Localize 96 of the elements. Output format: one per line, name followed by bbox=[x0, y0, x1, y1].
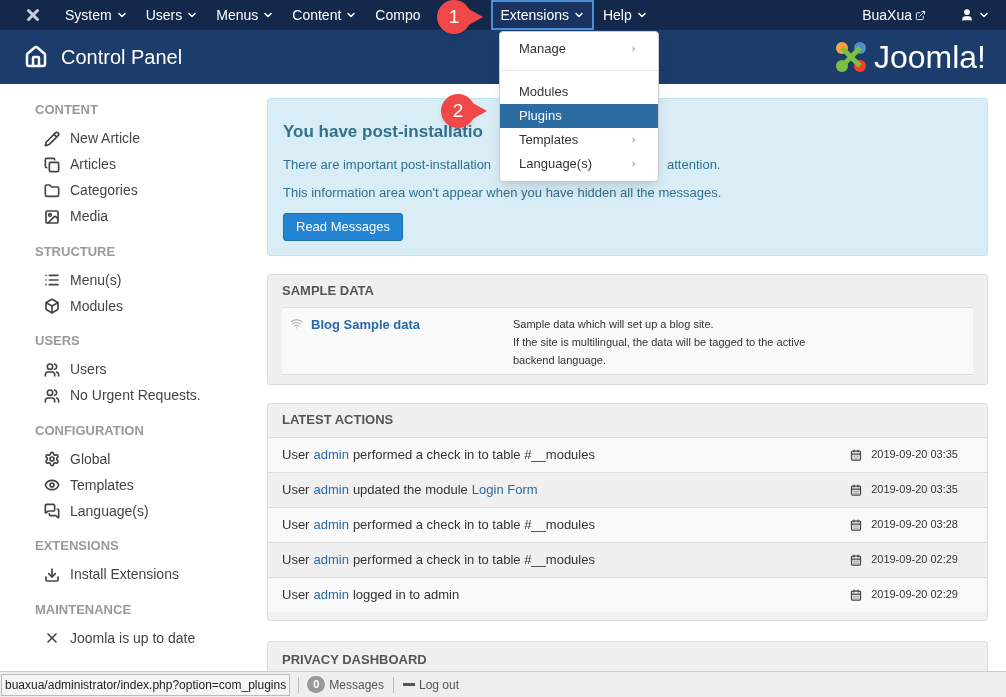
message-count-badge: 0 bbox=[307, 676, 326, 693]
calendar-icon bbox=[850, 448, 863, 461]
users-icon bbox=[44, 361, 60, 378]
messages-link[interactable]: Messages bbox=[329, 675, 384, 694]
nav-menu-item[interactable]: Compo bbox=[366, 0, 430, 30]
nav-menu-item[interactable]: Content bbox=[283, 0, 367, 30]
action-text: User bbox=[282, 550, 310, 569]
panel-heading: SAMPLE DATA bbox=[282, 281, 375, 300]
site-link[interactable]: BuaXua bbox=[862, 4, 926, 26]
minus-icon bbox=[403, 683, 415, 686]
submenu-arrow-icon bbox=[629, 44, 639, 54]
home-icon bbox=[24, 45, 48, 69]
sample-data-description: Sample data which will set up a blog site. bbox=[513, 316, 715, 332]
speech-bubbles-icon bbox=[44, 503, 60, 519]
action-date: 2019-09-20 03:35 bbox=[871, 482, 958, 498]
sidebar-heading: EXTENSIONS bbox=[35, 537, 120, 555]
calendar-icon bbox=[850, 553, 863, 566]
logo-text: Joomla! bbox=[873, 38, 986, 77]
nav-menu-item[interactable]: Menus bbox=[207, 0, 284, 30]
sidebar-link[interactable]: Templates bbox=[35, 472, 267, 498]
sidebar-link[interactable]: Media bbox=[35, 203, 267, 230]
list-icon bbox=[44, 272, 60, 288]
nav-menu-item[interactable]: System bbox=[56, 0, 137, 30]
download-icon bbox=[44, 566, 60, 583]
pencil-icon bbox=[44, 130, 60, 147]
sidebar-link[interactable]: Categories bbox=[35, 177, 267, 204]
calendar-icon bbox=[850, 483, 863, 496]
sidebar-heading: CONFIGURATION bbox=[35, 421, 145, 440]
logout-link[interactable]: Log out bbox=[403, 675, 460, 694]
sidebar-link[interactable]: Global bbox=[35, 446, 267, 472]
action-link[interactable]: admin bbox=[313, 479, 349, 500]
action-date: 2019-09-20 02:29 bbox=[871, 552, 958, 568]
user-menu-button[interactable] bbox=[960, 8, 990, 22]
users-icon bbox=[44, 387, 60, 404]
sidebar-link[interactable]: Users bbox=[35, 356, 267, 383]
sidebar-link[interactable]: Language(s) bbox=[35, 498, 267, 524]
sidebar-link[interactable]: New Article bbox=[35, 125, 267, 152]
eye-icon bbox=[44, 477, 60, 493]
dropdown-item[interactable]: Templates bbox=[500, 128, 658, 152]
sample-data-link[interactable]: Blog Sample data bbox=[311, 314, 513, 369]
page-title: Control Panel bbox=[61, 45, 183, 70]
settings-icon bbox=[44, 451, 60, 467]
dropdown-item[interactable]: Modules bbox=[500, 80, 658, 104]
sidebar-link[interactable]: Joomla is up to date bbox=[35, 625, 267, 651]
nav-menu-item[interactable]: Users bbox=[136, 0, 208, 30]
action-text: User bbox=[282, 480, 310, 499]
external-link-icon bbox=[915, 9, 926, 21]
url-tooltip: buaxua/administrator/index.php?option=com_plugins bbox=[1, 673, 291, 696]
action-date: 2019-09-20 02:29 bbox=[871, 587, 958, 603]
sample-data-description: backend language. bbox=[513, 352, 607, 368]
calendar-icon bbox=[850, 588, 863, 601]
sidebar-link[interactable]: Menu(s) bbox=[35, 267, 267, 293]
sidebar-heading: MAINTENANCE bbox=[35, 600, 133, 619]
action-text: updated the module bbox=[352, 480, 468, 499]
alert-text: There are important post-installation bbox=[283, 155, 493, 174]
action-date: 2019-09-20 03:35 bbox=[871, 447, 958, 463]
user-icon bbox=[960, 8, 974, 22]
nav-menu-item[interactable]: Help bbox=[593, 0, 657, 30]
alert-text: This information area won't appear when you have hidden all the messages. bbox=[283, 184, 722, 202]
nav-menu-item[interactable]: Extensions bbox=[491, 0, 594, 30]
image-icon bbox=[44, 208, 60, 225]
sidebar-link[interactable]: Modules bbox=[35, 293, 267, 319]
calendar-icon bbox=[850, 518, 863, 531]
action-link[interactable]: Login Form bbox=[471, 479, 538, 500]
sample-data-description: If the site is multilingual, the data will be tagged to the active bbox=[513, 334, 806, 350]
sidebar-heading: CONTENT bbox=[35, 101, 99, 119]
action-link[interactable]: admin bbox=[313, 444, 349, 465]
copy-icon bbox=[44, 156, 60, 173]
sidebar-link[interactable]: Articles bbox=[35, 151, 267, 178]
sidebar-link[interactable]: No Urgent Requests. bbox=[35, 382, 267, 409]
submenu-arrow-icon bbox=[629, 159, 639, 169]
folder-icon bbox=[44, 182, 60, 199]
dropdown-item[interactable]: Manage bbox=[500, 37, 658, 61]
sidebar-heading: USERS bbox=[35, 332, 81, 350]
read-messages-button[interactable]: Read Messages bbox=[283, 212, 403, 241]
action-text: performed a check in to table #__modules bbox=[352, 515, 595, 534]
action-text: User bbox=[282, 445, 310, 464]
panel-heading: PRIVACY DASHBOARD bbox=[282, 650, 428, 669]
action-link[interactable]: admin bbox=[313, 584, 349, 605]
dropdown-item[interactable]: Plugins bbox=[500, 104, 658, 128]
action-text: User bbox=[282, 585, 310, 604]
action-text: performed a check in to table #__modules bbox=[352, 445, 595, 464]
action-text: logged in to admin bbox=[352, 585, 460, 604]
action-link[interactable]: admin bbox=[313, 549, 349, 570]
panel-heading: LATEST ACTIONS bbox=[281, 411, 395, 430]
alert-text: attention. bbox=[667, 155, 721, 174]
action-link[interactable]: admin bbox=[313, 514, 349, 535]
submenu-arrow-icon bbox=[629, 135, 639, 145]
action-text: performed a check in to table #__modules bbox=[352, 550, 595, 569]
sidebar-link[interactable]: Install Extensions bbox=[35, 561, 267, 588]
wifi-icon bbox=[290, 316, 303, 330]
dropdown-item[interactable]: Language(s) bbox=[500, 152, 658, 176]
action-text: User bbox=[282, 515, 310, 534]
action-date: 2019-09-20 03:28 bbox=[871, 517, 958, 533]
cube-icon bbox=[44, 298, 60, 314]
sidebar-heading: STRUCTURE bbox=[35, 242, 117, 261]
